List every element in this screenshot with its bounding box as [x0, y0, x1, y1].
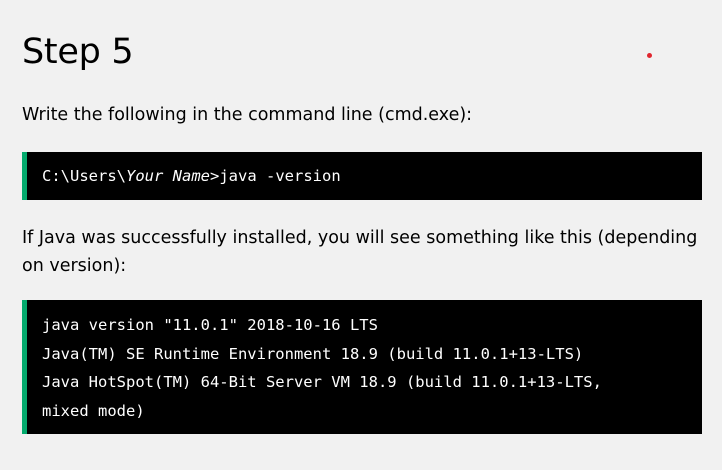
- output-line: Java(TM) SE Runtime Environment 18.9 (bu…: [42, 344, 584, 363]
- instruction-text: Write the following in the command line …: [22, 105, 473, 125]
- command-code-block: C:\Users\Your Name>java -version: [22, 152, 702, 200]
- output-code-block: java version "11.0.1" 2018-10-16 LTS Jav…: [22, 300, 702, 434]
- output-line: java version "11.0.1" 2018-10-16 LTS: [42, 316, 378, 334]
- page-title: Step 5: [22, 32, 134, 72]
- result-description-text: If Java was successfully installed, you …: [22, 228, 698, 276]
- output-line: mixed mode): [42, 401, 145, 420]
- command-placeholder: Your Name: [126, 167, 210, 185]
- command-prefix: C:\Users\: [42, 167, 126, 185]
- output-line: Java HotSpot(TM) 64-Bit Server VM 18.9 (…: [42, 373, 602, 391]
- red-dot-marker: [647, 53, 652, 58]
- command-suffix: >java -version: [210, 167, 341, 185]
